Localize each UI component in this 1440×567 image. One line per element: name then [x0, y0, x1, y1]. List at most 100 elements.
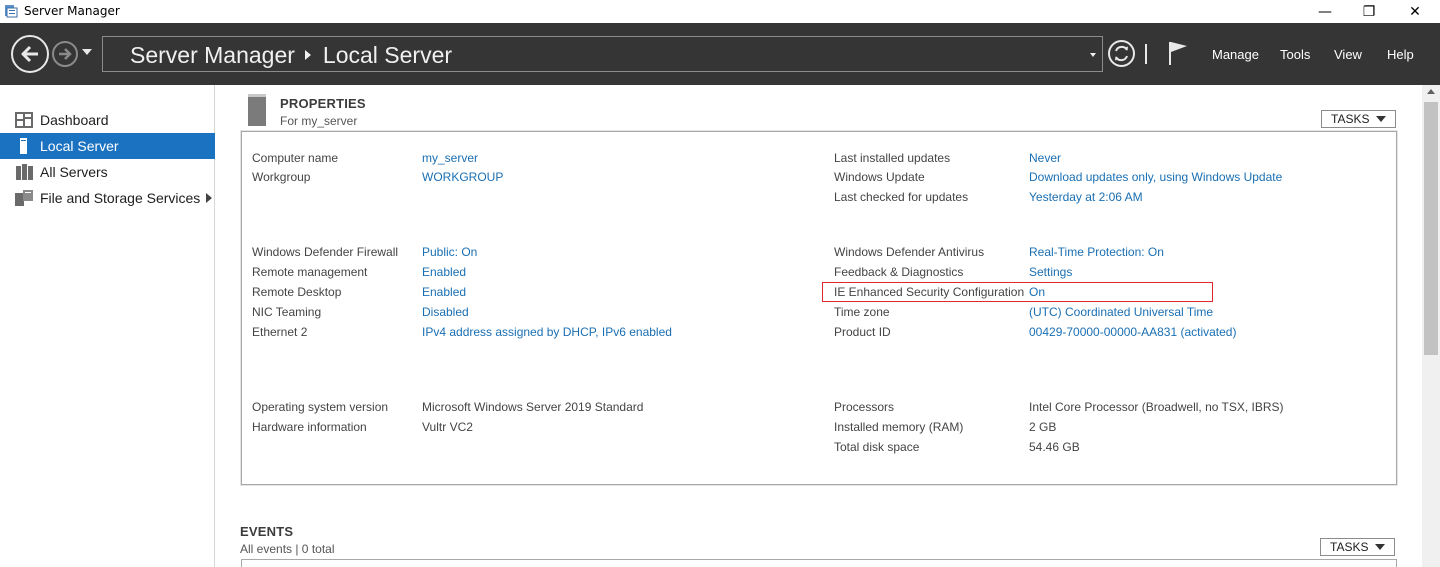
windows-update-link[interactable]: Download updates only, using Windows Upd…	[1029, 170, 1282, 184]
properties-subtitle: For my_server	[280, 114, 358, 128]
properties-panel: Computer name my_server Workgroup WORKGR…	[241, 131, 1397, 485]
vertical-scrollbar[interactable]	[1422, 85, 1440, 567]
events-subtitle: All events | 0 total	[240, 542, 335, 556]
property-label: Ethernet 2	[252, 325, 308, 339]
property-label: Windows Update	[834, 170, 925, 184]
servers-icon	[16, 164, 33, 180]
close-icon: ✕	[1409, 3, 1421, 20]
property-label: Hardware information	[252, 420, 367, 434]
breadcrumb-dropdown-icon[interactable]	[1090, 53, 1096, 57]
scroll-up-icon[interactable]	[1427, 89, 1435, 94]
refresh-button[interactable]	[1108, 40, 1135, 67]
sidebar: Dashboard Local Server All Servers File …	[0, 85, 215, 567]
antivirus-link[interactable]: Real-Time Protection: On	[1029, 245, 1164, 259]
property-value: Microsoft Windows Server 2019 Standard	[422, 400, 644, 414]
property-value: 2 GB	[1029, 420, 1057, 434]
arrow-right-icon	[59, 48, 72, 60]
remote-management-link[interactable]: Enabled	[422, 265, 466, 279]
sidebar-item-label: File and Storage Services	[40, 190, 201, 206]
property-label: Installed memory (RAM)	[834, 420, 964, 434]
sidebar-item-dashboard[interactable]: Dashboard	[0, 107, 215, 133]
property-label: Windows Defender Antivirus	[834, 245, 985, 259]
properties-server-icon	[248, 94, 266, 126]
sidebar-item-label: Dashboard	[40, 112, 109, 128]
property-label: Last installed updates	[834, 151, 951, 165]
header-separator	[1145, 44, 1147, 64]
forward-button[interactable]	[52, 41, 78, 67]
property-label: IE Enhanced Security Configuration	[834, 285, 1025, 299]
tasks-label: TASKS	[1331, 112, 1370, 126]
chevron-right-icon[interactable]	[206, 193, 212, 203]
minimize-button[interactable]: —	[1302, 0, 1348, 23]
property-label: Feedback & Diagnostics	[834, 265, 964, 279]
property-label: Operating system version	[252, 400, 389, 414]
feedback-diagnostics-link[interactable]: Settings	[1029, 265, 1072, 279]
notifications-flag-icon[interactable]	[1167, 40, 1189, 66]
dashboard-icon	[15, 112, 33, 128]
remote-desktop-link[interactable]: Enabled	[422, 285, 466, 299]
sidebar-item-label: Local Server	[40, 138, 119, 154]
workgroup-link[interactable]: WORKGROUP	[422, 170, 503, 184]
breadcrumb[interactable]: Server Manager Local Server	[102, 36, 1103, 72]
breadcrumb-current: Local Server	[322, 42, 453, 68]
property-label: Time zone	[834, 305, 890, 319]
header-bar: Server Manager Local Server Manage Tools …	[0, 23, 1440, 85]
scroll-thumb[interactable]	[1424, 102, 1438, 355]
last-checked-updates-link[interactable]: Yesterday at 2:06 AM	[1029, 190, 1143, 204]
restore-icon: ❐	[1362, 3, 1376, 20]
chevron-right-icon	[304, 49, 311, 60]
minimize-icon: —	[1318, 3, 1332, 20]
sidebar-item-file-and-storage-services[interactable]: File and Storage Services	[0, 185, 215, 211]
sidebar-item-local-server[interactable]: Local Server	[0, 133, 215, 159]
breadcrumb-text: Server Manager Local Server	[130, 42, 452, 69]
close-button[interactable]: ✕	[1392, 0, 1438, 23]
time-zone-link[interactable]: (UTC) Coordinated Universal Time	[1029, 305, 1213, 319]
back-button[interactable]	[11, 35, 49, 73]
chevron-down-icon	[1376, 116, 1386, 122]
property-label: Product ID	[834, 325, 891, 339]
ie-esc-link[interactable]: On	[1029, 285, 1045, 299]
storage-icon	[15, 190, 33, 206]
events-panel	[241, 559, 1397, 567]
property-label: Workgroup	[252, 170, 311, 184]
refresh-icon	[1115, 45, 1128, 62]
sidebar-item-label: All Servers	[40, 164, 108, 180]
property-label: Remote Desktop	[252, 285, 342, 299]
events-tasks-button[interactable]: TASKS	[1320, 538, 1395, 556]
property-label: Windows Defender Firewall	[252, 245, 399, 259]
events-title: EVENTS	[240, 524, 294, 539]
property-label: Last checked for updates	[834, 190, 969, 204]
property-value: 54.46 GB	[1029, 440, 1080, 454]
ethernet-link[interactable]: IPv4 address assigned by DHCP, IPv6 enab…	[422, 325, 672, 339]
title-bar: Server Manager — ❐ ✕	[0, 0, 1440, 23]
properties-title: PROPERTIES	[280, 96, 366, 111]
menu-help[interactable]: Help	[1387, 47, 1414, 62]
product-id-link[interactable]: 00429-70000-00000-AA831 (activated)	[1029, 325, 1236, 339]
sidebar-item-all-servers[interactable]: All Servers	[0, 159, 215, 185]
tasks-label: TASKS	[1330, 540, 1369, 554]
property-label: Remote management	[252, 265, 368, 279]
property-value: Vultr VC2	[422, 420, 473, 434]
menu-tools[interactable]: Tools	[1280, 47, 1310, 62]
main-content: PROPERTIES For my_server TASKS Computer …	[216, 85, 1422, 567]
menu-view[interactable]: View	[1334, 47, 1362, 62]
computer-name-link[interactable]: my_server	[422, 151, 478, 165]
menu-manage[interactable]: Manage	[1212, 47, 1259, 62]
property-value: Intel Core Processor (Broadwell, no TSX,…	[1029, 400, 1284, 414]
breadcrumb-root[interactable]: Server Manager	[130, 42, 295, 68]
maximize-button[interactable]: ❐	[1346, 0, 1392, 23]
properties-tasks-button[interactable]: TASKS	[1321, 110, 1396, 128]
property-label: Total disk space	[834, 440, 920, 454]
window-title: Server Manager	[24, 4, 120, 18]
property-label: Processors	[834, 400, 895, 414]
property-label: NIC Teaming	[252, 305, 322, 319]
chevron-down-icon	[1375, 544, 1385, 550]
server-manager-app-icon	[5, 5, 18, 18]
property-label: Computer name	[252, 151, 339, 165]
nic-teaming-link[interactable]: Disabled	[422, 305, 469, 319]
last-installed-updates-link[interactable]: Never	[1029, 151, 1061, 165]
server-icon	[20, 138, 27, 154]
arrow-left-icon	[21, 45, 38, 63]
firewall-link[interactable]: Public: On	[422, 245, 477, 259]
history-dropdown-icon[interactable]	[82, 49, 92, 55]
